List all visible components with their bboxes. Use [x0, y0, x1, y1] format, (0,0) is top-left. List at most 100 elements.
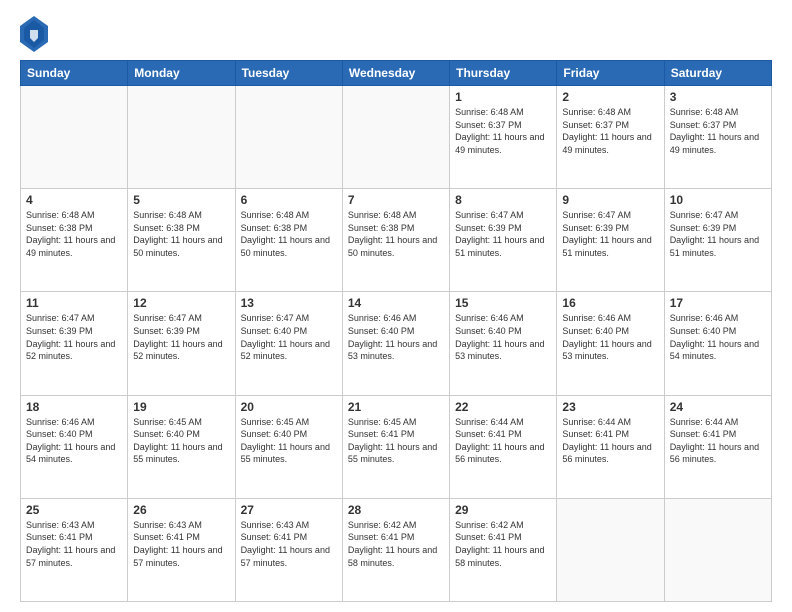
page: SundayMondayTuesdayWednesdayThursdayFrid…: [0, 0, 792, 612]
days-header-row: SundayMondayTuesdayWednesdayThursdayFrid…: [21, 61, 772, 86]
day-info: Sunrise: 6:44 AM Sunset: 6:41 PM Dayligh…: [562, 416, 658, 466]
day-info: Sunrise: 6:46 AM Sunset: 6:40 PM Dayligh…: [670, 312, 766, 362]
day-info: Sunrise: 6:47 AM Sunset: 6:39 PM Dayligh…: [562, 209, 658, 259]
day-info: Sunrise: 6:48 AM Sunset: 6:37 PM Dayligh…: [562, 106, 658, 156]
day-info: Sunrise: 6:46 AM Sunset: 6:40 PM Dayligh…: [455, 312, 551, 362]
calendar-cell: 21 Sunrise: 6:45 AM Sunset: 6:41 PM Dayli…: [342, 395, 449, 498]
calendar-cell: 20 Sunrise: 6:45 AM Sunset: 6:40 PM Dayli…: [235, 395, 342, 498]
day-number: 5: [133, 193, 229, 207]
calendar-week-3: 18 Sunrise: 6:46 AM Sunset: 6:40 PM Dayli…: [21, 395, 772, 498]
day-header-wednesday: Wednesday: [342, 61, 449, 86]
day-number: 12: [133, 296, 229, 310]
calendar-cell: 4 Sunrise: 6:48 AM Sunset: 6:38 PM Daylig…: [21, 189, 128, 292]
day-info: Sunrise: 6:46 AM Sunset: 6:40 PM Dayligh…: [26, 416, 122, 466]
day-number: 26: [133, 503, 229, 517]
day-info: Sunrise: 6:47 AM Sunset: 6:39 PM Dayligh…: [26, 312, 122, 362]
calendar-cell: [342, 86, 449, 189]
calendar-cell: 9 Sunrise: 6:47 AM Sunset: 6:39 PM Daylig…: [557, 189, 664, 292]
day-number: 27: [241, 503, 337, 517]
day-number: 20: [241, 400, 337, 414]
day-info: Sunrise: 6:48 AM Sunset: 6:37 PM Dayligh…: [670, 106, 766, 156]
day-info: Sunrise: 6:44 AM Sunset: 6:41 PM Dayligh…: [455, 416, 551, 466]
day-info: Sunrise: 6:48 AM Sunset: 6:38 PM Dayligh…: [26, 209, 122, 259]
day-number: 24: [670, 400, 766, 414]
day-info: Sunrise: 6:42 AM Sunset: 6:41 PM Dayligh…: [455, 519, 551, 569]
calendar-week-0: 1 Sunrise: 6:48 AM Sunset: 6:37 PM Daylig…: [21, 86, 772, 189]
day-number: 17: [670, 296, 766, 310]
calendar-cell: 10Sunrise: 6:47 AM Sunset: 6:39 PM Dayli…: [664, 189, 771, 292]
day-info: Sunrise: 6:43 AM Sunset: 6:41 PM Dayligh…: [26, 519, 122, 569]
day-number: 8: [455, 193, 551, 207]
day-info: Sunrise: 6:48 AM Sunset: 6:37 PM Dayligh…: [455, 106, 551, 156]
calendar-cell: [235, 86, 342, 189]
calendar-cell: 13 Sunrise: 6:47 AM Sunset: 6:40 PM Dayli…: [235, 292, 342, 395]
calendar-cell: 26 Sunrise: 6:43 AM Sunset: 6:41 PM Dayli…: [128, 498, 235, 601]
day-number: 11: [26, 296, 122, 310]
day-number: 19: [133, 400, 229, 414]
day-number: 22: [455, 400, 551, 414]
calendar-cell: [664, 498, 771, 601]
calendar-cell: 28 Sunrise: 6:42 AM Sunset: 6:41 PM Dayli…: [342, 498, 449, 601]
day-header-sunday: Sunday: [21, 61, 128, 86]
day-number: 25: [26, 503, 122, 517]
day-info: Sunrise: 6:46 AM Sunset: 6:40 PM Dayligh…: [348, 312, 444, 362]
day-number: 18: [26, 400, 122, 414]
calendar-cell: 24Sunrise: 6:44 AM Sunset: 6:41 PM Dayli…: [664, 395, 771, 498]
calendar-body: 1 Sunrise: 6:48 AM Sunset: 6:37 PM Daylig…: [21, 86, 772, 602]
day-info: Sunrise: 6:47 AM Sunset: 6:39 PM Dayligh…: [133, 312, 229, 362]
day-header-friday: Friday: [557, 61, 664, 86]
calendar-cell: 23 Sunrise: 6:44 AM Sunset: 6:41 PM Dayli…: [557, 395, 664, 498]
calendar-cell: 19 Sunrise: 6:45 AM Sunset: 6:40 PM Dayli…: [128, 395, 235, 498]
day-info: Sunrise: 6:47 AM Sunset: 6:40 PM Dayligh…: [241, 312, 337, 362]
calendar-cell: 17 Sunrise: 6:46 AM Sunset: 6:40 PM Dayli…: [664, 292, 771, 395]
day-number: 21: [348, 400, 444, 414]
calendar-week-1: 4 Sunrise: 6:48 AM Sunset: 6:38 PM Daylig…: [21, 189, 772, 292]
calendar-cell: 14 Sunrise: 6:46 AM Sunset: 6:40 PM Dayli…: [342, 292, 449, 395]
day-number: 4: [26, 193, 122, 207]
day-number: 10: [670, 193, 766, 207]
calendar-cell: [557, 498, 664, 601]
calendar-cell: [21, 86, 128, 189]
calendar-cell: 6 Sunrise: 6:48 AM Sunset: 6:38 PM Daylig…: [235, 189, 342, 292]
day-number: 13: [241, 296, 337, 310]
day-info: Sunrise: 6:43 AM Sunset: 6:41 PM Dayligh…: [241, 519, 337, 569]
day-number: 14: [348, 296, 444, 310]
calendar-cell: 7 Sunrise: 6:48 AM Sunset: 6:38 PM Daylig…: [342, 189, 449, 292]
calendar-week-2: 11 Sunrise: 6:47 AM Sunset: 6:39 PM Dayli…: [21, 292, 772, 395]
calendar-cell: 12 Sunrise: 6:47 AM Sunset: 6:39 PM Dayli…: [128, 292, 235, 395]
day-number: 16: [562, 296, 658, 310]
day-info: Sunrise: 6:48 AM Sunset: 6:38 PM Dayligh…: [241, 209, 337, 259]
day-number: 7: [348, 193, 444, 207]
day-header-saturday: Saturday: [664, 61, 771, 86]
day-number: 28: [348, 503, 444, 517]
logo-icon: [20, 16, 48, 52]
day-info: Sunrise: 6:46 AM Sunset: 6:40 PM Dayligh…: [562, 312, 658, 362]
day-info: Sunrise: 6:45 AM Sunset: 6:40 PM Dayligh…: [133, 416, 229, 466]
calendar-cell: 8 Sunrise: 6:47 AM Sunset: 6:39 PM Daylig…: [450, 189, 557, 292]
day-info: Sunrise: 6:48 AM Sunset: 6:38 PM Dayligh…: [133, 209, 229, 259]
day-info: Sunrise: 6:42 AM Sunset: 6:41 PM Dayligh…: [348, 519, 444, 569]
calendar-cell: [128, 86, 235, 189]
day-number: 3: [670, 90, 766, 104]
day-number: 15: [455, 296, 551, 310]
calendar-cell: 15 Sunrise: 6:46 AM Sunset: 6:40 PM Dayli…: [450, 292, 557, 395]
day-info: Sunrise: 6:47 AM Sunset: 6:39 PM Dayligh…: [455, 209, 551, 259]
calendar-cell: 11 Sunrise: 6:47 AM Sunset: 6:39 PM Dayli…: [21, 292, 128, 395]
calendar-table: SundayMondayTuesdayWednesdayThursdayFrid…: [20, 60, 772, 602]
calendar-header: SundayMondayTuesdayWednesdayThursdayFrid…: [21, 61, 772, 86]
calendar-cell: 2Sunrise: 6:48 AM Sunset: 6:37 PM Daylig…: [557, 86, 664, 189]
day-number: 29: [455, 503, 551, 517]
calendar-cell: 1 Sunrise: 6:48 AM Sunset: 6:37 PM Daylig…: [450, 86, 557, 189]
day-number: 1: [455, 90, 551, 104]
calendar-week-4: 25 Sunrise: 6:43 AM Sunset: 6:41 PM Dayli…: [21, 498, 772, 601]
day-header-tuesday: Tuesday: [235, 61, 342, 86]
day-number: 9: [562, 193, 658, 207]
day-info: Sunrise: 6:48 AM Sunset: 6:38 PM Dayligh…: [348, 209, 444, 259]
day-number: 23: [562, 400, 658, 414]
day-number: 6: [241, 193, 337, 207]
day-info: Sunrise: 6:45 AM Sunset: 6:41 PM Dayligh…: [348, 416, 444, 466]
logo: [20, 16, 52, 52]
day-info: Sunrise: 6:45 AM Sunset: 6:40 PM Dayligh…: [241, 416, 337, 466]
calendar-cell: 18 Sunrise: 6:46 AM Sunset: 6:40 PM Dayli…: [21, 395, 128, 498]
day-info: Sunrise: 6:43 AM Sunset: 6:41 PM Dayligh…: [133, 519, 229, 569]
